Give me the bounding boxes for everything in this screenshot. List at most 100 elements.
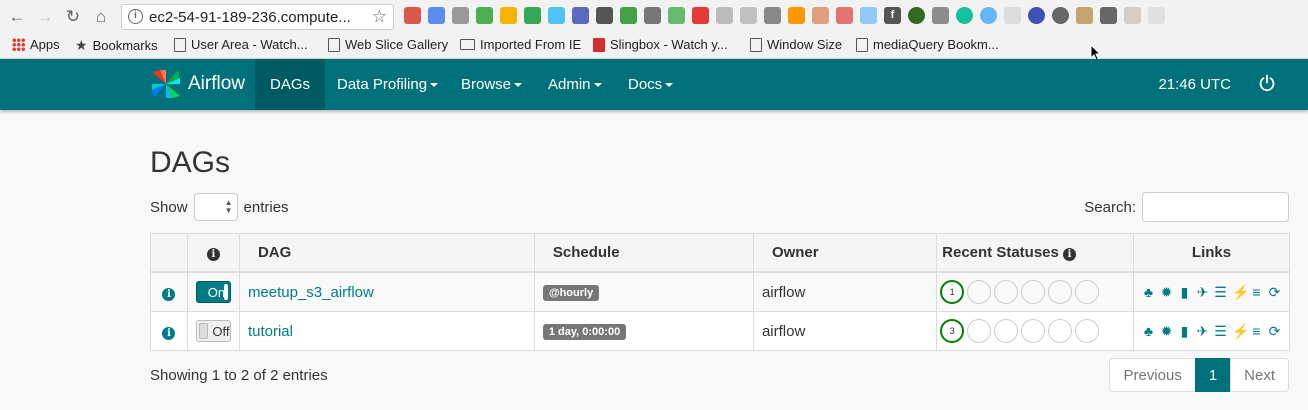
status-circle-success[interactable]: 3 xyxy=(940,319,965,343)
extension-icon[interactable] xyxy=(524,7,541,24)
status-circle[interactable] xyxy=(994,319,1019,343)
pagination: Previous 1 Next xyxy=(1109,358,1289,392)
extension-icon[interactable] xyxy=(812,7,829,24)
bookmark-slingbox[interactable]: Slingbox - Watch y... xyxy=(593,37,728,52)
column-header-dag[interactable]: DAG xyxy=(238,233,535,273)
extension-icon[interactable] xyxy=(548,7,565,24)
extension-icon[interactable] xyxy=(764,7,781,24)
status-circle[interactable] xyxy=(994,280,1019,304)
previous-button[interactable]: Previous xyxy=(1109,358,1196,392)
graph-view-icon[interactable]: ✹ xyxy=(1160,323,1173,340)
gantt-icon[interactable]: ☰ xyxy=(1214,323,1227,340)
status-circle[interactable] xyxy=(1021,280,1046,304)
extension-icon[interactable] xyxy=(1004,7,1021,24)
status-circle[interactable] xyxy=(1048,319,1073,343)
status-circle[interactable] xyxy=(1075,319,1100,343)
extension-icon[interactable] xyxy=(692,7,709,24)
tree-view-icon[interactable]: ♣ xyxy=(1142,284,1155,301)
refresh-icon[interactable]: ⟳ xyxy=(1268,284,1281,301)
extension-icon[interactable] xyxy=(452,7,469,24)
extension-icon[interactable] xyxy=(644,7,661,24)
home-icon[interactable]: ⌂ xyxy=(90,6,112,28)
address-bar[interactable]: i ec2-54-91-189-236.compute... ☆ xyxy=(121,4,394,30)
logs-icon[interactable]: ≡ xyxy=(1250,323,1263,340)
bookmark-user-area[interactable]: User Area - Watch... xyxy=(174,37,308,52)
logs-icon[interactable]: ≡ xyxy=(1250,284,1263,301)
status-circle-success[interactable]: 1 xyxy=(940,280,965,304)
extension-icon[interactable] xyxy=(596,7,613,24)
info-icon[interactable]: i xyxy=(128,9,143,24)
url-text[interactable]: ec2-54-91-189-236.compute... xyxy=(149,9,351,26)
extension-icon[interactable] xyxy=(404,7,421,24)
dag-toggle-off[interactable]: Off xyxy=(195,320,231,342)
nav-browse[interactable]: Browse xyxy=(446,59,537,110)
extension-icon[interactable] xyxy=(860,7,877,24)
extension-icon[interactable] xyxy=(620,7,637,24)
extension-icon[interactable] xyxy=(1124,7,1141,24)
gantt-icon[interactable]: ☰ xyxy=(1214,284,1227,301)
duration-chart-icon[interactable]: ▮ xyxy=(1178,284,1191,301)
column-header-schedule[interactable]: Schedule xyxy=(533,233,754,273)
extension-icon[interactable] xyxy=(932,7,949,24)
nav-dags[interactable]: DAGs xyxy=(255,59,326,110)
bookmark-web-slice[interactable]: Web Slice Gallery xyxy=(328,37,448,52)
status-circle[interactable] xyxy=(1021,319,1046,343)
status-circle[interactable] xyxy=(967,319,992,343)
bookmark-mediaquery[interactable]: mediaQuery Bookm... xyxy=(856,37,999,52)
extension-icon[interactable] xyxy=(980,7,997,24)
nav-data-profiling[interactable]: Data Profiling xyxy=(322,59,453,110)
entries-select[interactable]: ▲ ▼ xyxy=(193,193,238,221)
dag-toggle-on[interactable]: On xyxy=(195,281,231,303)
plane-icon[interactable]: ✈ xyxy=(1196,323,1209,340)
plane-icon[interactable]: ✈ xyxy=(1196,284,1209,301)
duration-chart-icon[interactable]: ▮ xyxy=(1178,323,1191,340)
column-header-recent-statuses[interactable]: Recent Statuses i xyxy=(936,233,1134,273)
bolt-icon[interactable]: ⚡ xyxy=(1232,323,1249,340)
extension-icon[interactable] xyxy=(740,7,757,24)
bookmark-star-icon[interactable]: ☆ xyxy=(372,7,387,27)
bolt-icon[interactable]: ⚡ xyxy=(1232,284,1249,301)
search-input[interactable] xyxy=(1142,192,1289,222)
extension-icon[interactable] xyxy=(476,7,493,24)
bookmark-imported-ie[interactable]: Imported From IE xyxy=(460,37,581,52)
extension-icon[interactable] xyxy=(1052,7,1069,24)
next-button[interactable]: Next xyxy=(1230,358,1289,392)
status-circle[interactable] xyxy=(967,280,992,304)
bookmark-apps[interactable]: Apps xyxy=(12,37,60,52)
info-icon[interactable]: i xyxy=(162,287,176,301)
forward-icon[interactable]: → xyxy=(34,6,56,28)
extension-icon[interactable] xyxy=(716,7,733,24)
extension-icon[interactable] xyxy=(1148,7,1165,24)
extension-icon[interactable]: f xyxy=(884,7,901,24)
refresh-icon[interactable]: ⟳ xyxy=(1268,323,1281,340)
bookmark-window-size[interactable]: Window Size xyxy=(750,37,842,52)
airflow-brand[interactable]: Airflow xyxy=(150,67,245,101)
graph-view-icon[interactable]: ✹ xyxy=(1160,284,1173,301)
bookmark-bookmarks[interactable]: ★ Bookmarks xyxy=(75,37,158,54)
nav-docs[interactable]: Docs xyxy=(613,59,688,110)
extension-icon[interactable] xyxy=(1028,7,1045,24)
status-circle[interactable] xyxy=(1075,280,1100,304)
extension-icon[interactable] xyxy=(428,7,445,24)
dag-link[interactable]: meetup_s3_airflow xyxy=(248,284,374,301)
nav-admin[interactable]: Admin xyxy=(533,59,617,110)
extension-icon[interactable] xyxy=(572,7,589,24)
extension-icon[interactable] xyxy=(1100,7,1117,24)
extension-icon[interactable] xyxy=(956,7,973,24)
column-header-owner[interactable]: Owner xyxy=(752,233,938,273)
info-icon[interactable]: i xyxy=(162,326,176,340)
extension-icon[interactable] xyxy=(500,7,517,24)
tree-view-icon[interactable]: ♣ xyxy=(1142,323,1155,340)
page-icon xyxy=(856,37,868,52)
page-1-button[interactable]: 1 xyxy=(1194,358,1232,392)
power-icon[interactable] xyxy=(1258,74,1276,92)
extension-icon[interactable] xyxy=(668,7,685,24)
extension-icon[interactable] xyxy=(1076,7,1093,24)
status-circle[interactable] xyxy=(1048,280,1073,304)
extension-icon[interactable] xyxy=(836,7,853,24)
reload-icon[interactable]: ↻ xyxy=(62,6,84,28)
back-icon[interactable]: ← xyxy=(6,6,28,28)
extension-icon[interactable] xyxy=(908,7,925,24)
extension-icon[interactable] xyxy=(788,7,805,24)
dag-link[interactable]: tutorial xyxy=(248,323,293,340)
